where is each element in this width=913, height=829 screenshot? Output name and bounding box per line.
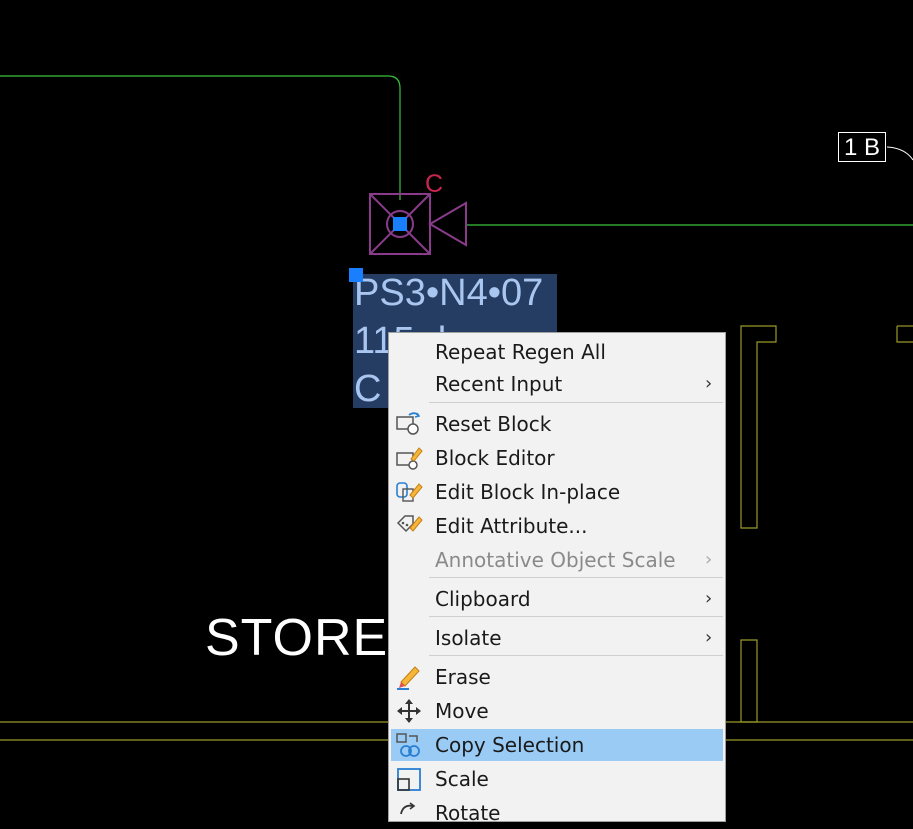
camera-symbol[interactable] — [369, 193, 467, 255]
tag-label: 1 B — [838, 132, 886, 162]
menu-item-label: Isolate — [435, 626, 502, 650]
menu-item-scale[interactable]: Scale — [391, 763, 723, 795]
attribute-grip[interactable] — [349, 268, 363, 282]
menu-item-label: Repeat Regen All — [435, 340, 606, 364]
menu-item-recent-input[interactable]: Recent Input › — [391, 368, 723, 400]
block-editor-icon — [396, 447, 423, 470]
menu-item-clipboard[interactable]: Clipboard › — [391, 583, 723, 615]
chevron-right-icon: › — [705, 627, 713, 648]
menu-item-label: Erase — [435, 665, 491, 689]
menu-separator — [429, 402, 723, 403]
menu-item-reset-block[interactable]: Reset Block — [391, 408, 723, 440]
room-label: STORE — [205, 609, 389, 667]
menu-item-label: Edit Attribute... — [435, 514, 588, 538]
menu-item-copy-selection[interactable]: Copy Selection — [391, 729, 723, 761]
menu-item-annotative-object-scale[interactable]: Annotative Object Scale › — [391, 544, 723, 576]
menu-item-erase[interactable]: Erase — [391, 661, 723, 693]
edit-block-inplace-icon — [396, 482, 423, 502]
camera-label: C — [425, 170, 444, 198]
menu-separator — [429, 616, 723, 617]
menu-item-edit-attribute[interactable]: Edit Attribute... — [391, 510, 723, 542]
menu-separator — [429, 577, 723, 578]
tag-leader-line — [886, 146, 913, 161]
chevron-right-icon: › — [705, 549, 713, 570]
attribute-line-3[interactable]: C — [354, 370, 381, 408]
menu-item-label: Reset Block — [435, 412, 552, 436]
camera-grip[interactable] — [393, 217, 407, 231]
menu-item-label: Scale — [435, 767, 489, 791]
menu-item-label: Copy Selection — [435, 733, 585, 757]
chevron-right-icon: › — [705, 588, 713, 609]
edit-attribute-icon — [396, 515, 423, 533]
rotate-icon — [400, 802, 416, 815]
menu-item-label: Recent Input — [435, 372, 563, 396]
context-menu: Repeat Regen All Recent Input › Reset Bl… — [388, 332, 726, 825]
menu-item-rotate[interactable]: Rotate — [391, 797, 723, 829]
menu-item-label: Clipboard — [435, 587, 531, 611]
room-boundary-line — [0, 75, 401, 200]
chevron-right-icon: › — [705, 373, 713, 394]
menu-item-isolate[interactable]: Isolate › — [391, 622, 723, 654]
move-icon — [397, 699, 421, 723]
menu-item-edit-block-inplace[interactable]: Edit Block In-place — [391, 476, 723, 508]
menu-item-move[interactable]: Move — [391, 695, 723, 727]
reset-block-icon — [396, 412, 421, 435]
erase-icon — [397, 666, 420, 690]
menu-item-label: Rotate — [435, 801, 501, 825]
scale-icon — [397, 768, 421, 791]
menu-item-block-editor[interactable]: Block Editor — [391, 442, 723, 474]
menu-item-label: Move — [435, 699, 489, 723]
menu-item-label: Edit Block In-place — [435, 480, 621, 504]
menu-item-repeat-regen-all[interactable]: Repeat Regen All — [391, 336, 723, 368]
menu-item-label: Annotative Object Scale — [435, 548, 676, 572]
attribute-line-1[interactable]: PS3•N4•07 — [354, 274, 543, 312]
menu-separator — [429, 655, 723, 656]
copy-selection-icon — [396, 733, 420, 757]
menu-item-label: Block Editor — [435, 446, 555, 470]
